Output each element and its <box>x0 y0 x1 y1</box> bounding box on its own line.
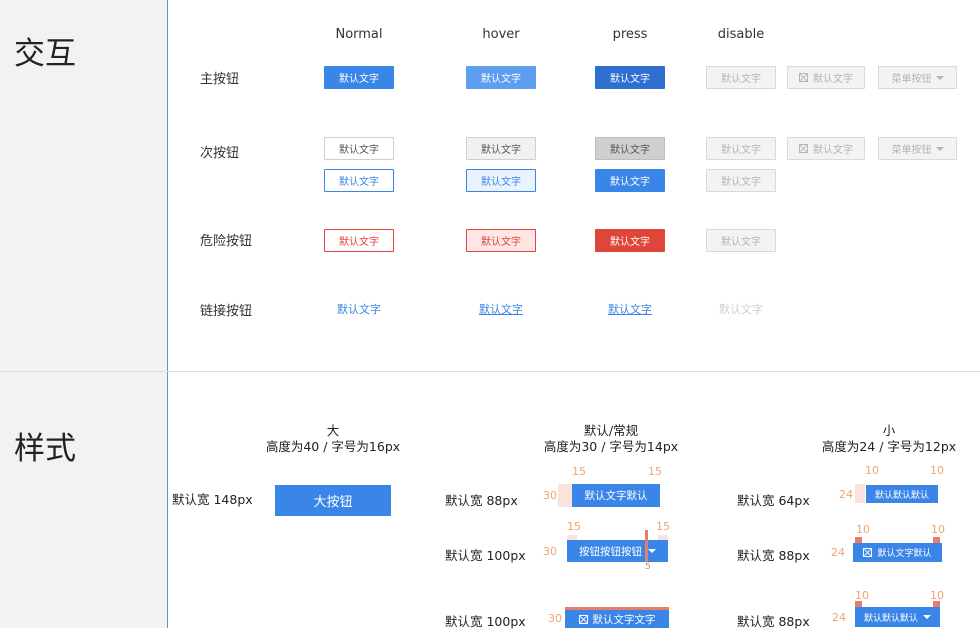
button-label: 默认文字 <box>813 74 853 85</box>
primary-menu-button-disabled: 菜单按钮 <box>878 66 957 89</box>
divider-marker <box>645 530 648 562</box>
padding-right-annotation: 10 <box>931 523 945 536</box>
row-label-link: 链接按钮 <box>200 304 253 319</box>
close-box-icon <box>863 548 873 557</box>
group-title-small: 小 高度为24 / 字号为12px <box>799 423 979 455</box>
padding-right-annotation: 15 <box>648 465 662 478</box>
menu-button-label: 菜单按钮 <box>891 145 932 156</box>
padding-left-annotation: 10 <box>856 523 870 536</box>
button-label: 按钮按钮按钮 <box>579 545 642 558</box>
secondary-button-normal[interactable]: 默认文字 <box>324 137 394 160</box>
group-name: 小 <box>882 423 896 438</box>
padding-marker-left <box>558 484 572 507</box>
secondary-button-press[interactable]: 默认文字 <box>595 137 665 160</box>
height-annotation: 24 <box>839 488 853 501</box>
column-header-press: press <box>612 27 648 42</box>
primary-button-press[interactable]: 默认文字 <box>595 66 665 89</box>
padding-right-annotation: 15 <box>656 520 670 533</box>
primary-icon-button-disabled: 默认文字 <box>787 66 865 89</box>
menu-button-label: 菜单按钮 <box>891 74 932 85</box>
group-name: 大 <box>326 423 340 438</box>
button-label: 默认文字 <box>813 145 853 156</box>
default-spec-button-1[interactable]: 默认文字默认 <box>572 484 660 507</box>
padding-left-annotation: 15 <box>572 465 586 478</box>
column-header-disable: disable <box>717 27 765 42</box>
default-spec-button-3[interactable]: 默认文字文字 <box>565 610 669 628</box>
secondary-button-disabled: 默认文字 <box>706 137 776 160</box>
group-spec: 高度为30 / 字号为14px <box>543 439 679 454</box>
secondary-icon-button-disabled: 默认文字 <box>787 137 865 160</box>
group-name: 默认/常规 <box>583 423 639 438</box>
small-width-label-1: 默认宽 64px <box>737 493 810 508</box>
close-box-icon <box>799 144 808 153</box>
outline-button-hover[interactable]: 默认文字 <box>466 169 536 192</box>
section-title-style: 样式 <box>14 431 76 467</box>
group-spec: 高度为24 / 字号为12px <box>821 439 957 454</box>
horizontal-divider <box>0 371 980 372</box>
danger-button-normal[interactable]: 默认文字 <box>324 229 394 252</box>
danger-button-disabled: 默认文字 <box>706 229 776 252</box>
button-label: 默认文字默认 <box>877 549 932 559</box>
row-label-secondary: 次按钮 <box>200 146 240 161</box>
caret-down-icon <box>935 146 944 151</box>
small-spec-button-2[interactable]: 默认文字默认 <box>853 543 942 562</box>
default-width-label-1: 默认宽 88px <box>445 493 518 508</box>
large-button[interactable]: 大按钮 <box>275 485 391 516</box>
sidebar-panel <box>0 0 167 628</box>
large-width-label: 默认宽 148px <box>172 492 253 507</box>
secondary-button-hover[interactable]: 默认文字 <box>466 137 536 160</box>
height-annotation: 30 <box>548 612 562 625</box>
group-title-default: 默认/常规 高度为30 / 字号为14px <box>521 423 701 455</box>
close-box-icon <box>799 73 808 82</box>
height-annotation: 30 <box>543 489 557 502</box>
group-title-large: 大 高度为40 / 字号为16px <box>243 423 423 455</box>
close-box-icon <box>578 614 588 624</box>
padding-right-annotation: 10 <box>930 464 944 477</box>
height-annotation: 24 <box>832 611 846 624</box>
column-header-hover: hover <box>482 27 520 42</box>
default-width-label-2: 默认宽 100px <box>445 548 526 563</box>
outline-button-normal[interactable]: 默认文字 <box>324 169 394 192</box>
link-button-press[interactable]: 默认文字 <box>595 301 665 317</box>
small-width-label-3: 默认宽 88px <box>737 614 810 629</box>
danger-button-press[interactable]: 默认文字 <box>595 229 665 252</box>
small-spec-button-1[interactable]: 默认默认默认 <box>866 485 938 503</box>
primary-button-disabled: 默认文字 <box>706 66 776 89</box>
gap-annotation: 5 <box>645 562 651 572</box>
outline-button-disabled: 默认文字 <box>706 169 776 192</box>
default-spec-button-2[interactable]: 按钮按钮按钮 <box>567 540 668 562</box>
height-annotation: 30 <box>543 545 557 558</box>
section-title-interaction: 交互 <box>14 36 76 72</box>
primary-button-hover[interactable]: 默认文字 <box>466 66 536 89</box>
height-annotation: 24 <box>831 546 845 559</box>
danger-button-hover[interactable]: 默认文字 <box>466 229 536 252</box>
row-label-danger: 危险按钮 <box>200 234 253 249</box>
button-label: 默认文字文字 <box>592 613 656 626</box>
outline-button-press[interactable]: 默认文字 <box>595 169 665 192</box>
primary-button-normal[interactable]: 默认文字 <box>324 66 394 89</box>
caret-down-icon <box>935 75 944 80</box>
padding-left-annotation: 15 <box>567 520 581 533</box>
link-button-hover[interactable]: 默认文字 <box>466 301 536 317</box>
column-header-normal: Normal <box>335 27 383 42</box>
default-width-label-3: 默认宽 100px <box>445 614 526 629</box>
secondary-menu-button-disabled: 菜单按钮 <box>878 137 957 160</box>
link-button-disabled: 默认文字 <box>719 303 763 316</box>
link-button-normal[interactable]: 默认文字 <box>324 301 394 317</box>
small-width-label-2: 默认宽 88px <box>737 548 810 563</box>
caret-down-icon <box>648 549 656 553</box>
button-label: 默认默认默认 <box>863 613 918 624</box>
group-spec: 高度为40 / 字号为16px <box>265 439 401 454</box>
small-spec-button-3[interactable]: 默认默认默认 <box>855 607 940 627</box>
padding-marker-left <box>855 484 865 503</box>
row-label-primary: 主按钮 <box>200 72 240 87</box>
caret-down-icon <box>923 615 931 619</box>
padding-left-annotation: 10 <box>865 464 879 477</box>
vertical-divider <box>167 0 168 628</box>
